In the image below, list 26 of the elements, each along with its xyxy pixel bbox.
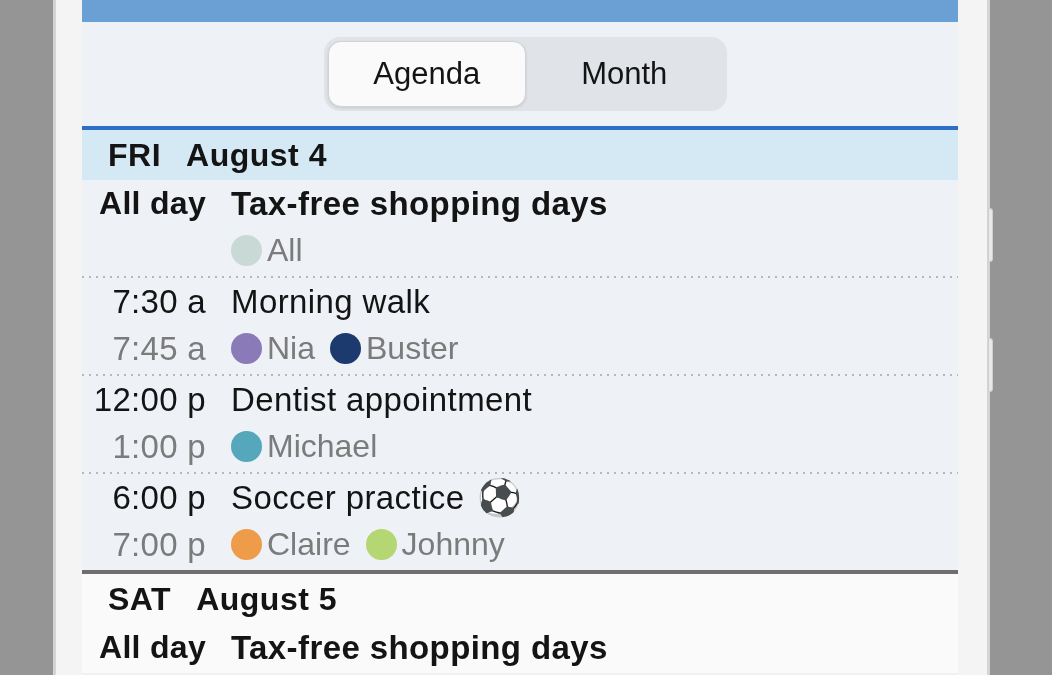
date-label: August 4 xyxy=(186,136,327,175)
weekday-label: SAT xyxy=(108,580,172,619)
participant-name: All xyxy=(267,231,303,270)
start-time: 12:00 p xyxy=(93,380,206,420)
view-tab[interactable]: Agenda xyxy=(328,41,526,107)
event-title: Tax-free shopping days xyxy=(231,628,608,668)
event-emoji: ⚽ xyxy=(477,477,523,518)
end-time: 7:00 p xyxy=(112,525,206,565)
participant-name: Michael xyxy=(267,427,378,466)
view-tab[interactable]: Month xyxy=(525,41,723,107)
event-title: Tax-free shopping days xyxy=(231,184,608,224)
event-title: Soccer practice xyxy=(231,478,465,518)
start-time: 7:30 a xyxy=(112,282,206,322)
all-day-label: All day xyxy=(98,184,206,223)
participant-name: Buster xyxy=(366,329,459,368)
participant-name: Claire xyxy=(267,525,351,564)
end-time: 7:45 a xyxy=(112,329,206,369)
all-day-label: All day xyxy=(98,628,206,667)
end-time: 1:00 p xyxy=(112,427,206,467)
event-title: Dentist appointment xyxy=(231,380,533,420)
weekday-label: FRI xyxy=(108,136,162,175)
event-title: Morning walk xyxy=(231,282,431,322)
date-label: August 5 xyxy=(196,580,337,619)
participant-name: Johnny xyxy=(401,525,505,564)
participant-name: Nia xyxy=(267,329,315,368)
start-time: 6:00 p xyxy=(112,478,206,518)
